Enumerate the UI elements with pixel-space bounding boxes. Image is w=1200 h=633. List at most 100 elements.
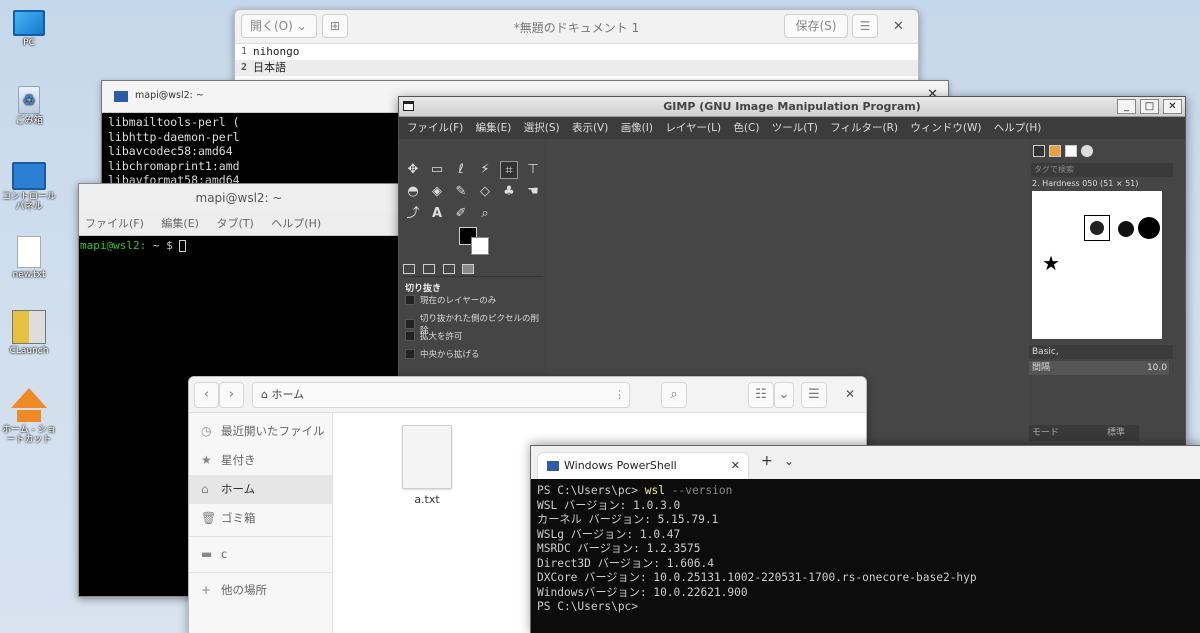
bucket-fill-tool-icon[interactable]: ◈ [428, 183, 446, 201]
menu-view[interactable]: 表示(V) [572, 122, 608, 134]
clone-tool-icon[interactable]: ♣ [500, 183, 518, 201]
terminal-prompt[interactable]: mapi@wsl2: ~ $ [79, 236, 399, 255]
brushes-tab-icon[interactable] [1033, 145, 1045, 157]
sidebar-item-starred[interactable]: ★ 星付き [189, 446, 332, 475]
output-line: DXCore バージョン: 10.0.25131.1002-220531-170… [537, 571, 977, 584]
lasso-tool-icon[interactable]: ℓ [452, 161, 470, 179]
home-icon: ⌂ [261, 388, 268, 401]
desktop-icon-home-shortcut[interactable]: ホーム - ショートカット [0, 388, 58, 445]
powershell-small-icon [114, 91, 128, 102]
brush-tag-search[interactable]: タグで検索 [1031, 163, 1173, 177]
menu-select[interactable]: 選択(S) [524, 122, 560, 134]
tool-options-tab-icon[interactable] [403, 264, 415, 274]
minimize-button[interactable]: _ [1117, 99, 1136, 114]
desktop-icon-pc[interactable]: PC [0, 10, 58, 48]
sidebar-item-c[interactable]: ▬ c [189, 540, 332, 569]
powershell-output[interactable]: PS C:\Users\pc> wsl --version WSL バージョン:… [531, 479, 1200, 620]
option-current-layer-only[interactable]: 現在のレイヤーのみ [405, 294, 496, 306]
more-vertical-icon[interactable]: ⋮ [614, 383, 625, 407]
text-editor[interactable]: 1 nihongo 2 日本語 [235, 44, 918, 76]
background-color[interactable] [471, 237, 489, 255]
smudge-tool-icon[interactable]: ☚ [524, 183, 542, 201]
menu-file[interactable]: ファイル(F) [407, 122, 463, 134]
forward-button[interactable]: › [219, 382, 244, 408]
line-number: 2 [240, 62, 247, 73]
checkbox[interactable] [405, 349, 415, 359]
close-icon[interactable]: ✕ [845, 387, 855, 401]
crop-tool-icon[interactable]: ⌗ [500, 161, 518, 179]
menu-help[interactable]: ヘルプ(H) [271, 217, 321, 230]
brush-grid[interactable]: ★ [1032, 191, 1162, 339]
maximize-button[interactable]: □ [1140, 99, 1159, 114]
close-tab-icon[interactable]: ✕ [731, 453, 740, 479]
transform-tool-icon[interactable]: ⊤ [524, 161, 542, 179]
clock-icon: ◷ [201, 424, 212, 438]
option-label: 拡大を許可 [420, 332, 463, 342]
desktop-icon-clauncher[interactable]: CLaunch [0, 310, 58, 356]
brush-preset-field[interactable]: Basic, [1029, 345, 1173, 359]
checkbox[interactable] [405, 295, 415, 305]
close-button[interactable]: ✕ [1163, 99, 1182, 114]
desktop-icon-new-txt[interactable]: new.txt [0, 236, 58, 280]
menu-layer[interactable]: レイヤー(L) [665, 122, 721, 134]
menu-tools[interactable]: ツール(T) [772, 122, 818, 134]
view-list-button[interactable]: ☷ [748, 382, 774, 408]
sidebar-item-recent[interactable]: ◷ 最近開いたファイル [189, 417, 332, 446]
images-tab-icon[interactable] [462, 264, 475, 274]
ps-command: wsl [644, 484, 665, 497]
chevron-down-icon[interactable]: ⌄ [784, 454, 794, 468]
sidebar-item-home[interactable]: ⌂ ホーム [189, 475, 332, 504]
paths-tool-icon[interactable]: ⤴ [404, 205, 422, 223]
paintbrush-tool-icon[interactable]: ✎ [452, 183, 470, 201]
spacing-slider[interactable]: 間隔 10.0 [1029, 361, 1169, 375]
sidebar-divider [189, 536, 332, 537]
menu-edit[interactable]: 編集(E) [161, 217, 199, 230]
device-status-tab-icon[interactable] [422, 264, 435, 274]
new-tab-icon[interactable]: + [761, 453, 773, 469]
powershell-window[interactable]: Windows PowerShell ✕ + ⌄ PS C:\Users\pc>… [530, 445, 1200, 633]
menu-colors[interactable]: 色(C) [733, 122, 759, 134]
menu-button[interactable]: ☰ [801, 382, 827, 408]
mode-select[interactable]: モード 標準 [1029, 425, 1139, 441]
view-options-button[interactable]: ⌄ [774, 382, 794, 408]
search-icon: ⌕ [670, 387, 678, 402]
sidebar-item-trash[interactable]: 🗑 ゴミ箱 [189, 504, 332, 533]
warp-tool-icon[interactable]: ◓ [404, 183, 422, 201]
menu-edit[interactable]: 編集(E) [476, 122, 512, 134]
color-picker-tool-icon[interactable]: ✐ [452, 205, 470, 223]
fuzzy-select-tool-icon[interactable]: ⚡ [476, 161, 494, 179]
desktop-icon-control-panel[interactable]: コントロール パネル [0, 162, 58, 212]
zoom-tool-icon[interactable]: ⌕ [476, 205, 494, 223]
file-item[interactable]: a.txt [399, 425, 455, 506]
eraser-tool-icon[interactable]: ◇ [476, 183, 494, 201]
text-file-icon [17, 236, 41, 268]
checkbox[interactable] [405, 319, 415, 329]
desktop-icon-recycle-bin[interactable]: ♻ ごみ箱 [0, 86, 58, 126]
search-button[interactable]: ⌕ [661, 382, 687, 408]
menu-tab[interactable]: タブ(T) [216, 217, 253, 230]
menu-windows[interactable]: ウィンドウ(W) [910, 122, 981, 134]
save-button[interactable]: 保存(S) [784, 14, 848, 38]
move-tool-icon[interactable]: ✥ [404, 161, 422, 179]
close-icon[interactable]: ✕ [893, 19, 904, 34]
tab-powershell[interactable]: Windows PowerShell ✕ [537, 452, 749, 479]
menu-filters[interactable]: フィルター(R) [830, 122, 898, 134]
menu-button[interactable]: ☰ [852, 14, 878, 38]
text-tool-icon[interactable]: A [428, 205, 446, 223]
option-expand-from-center[interactable]: 中央から拡げる [405, 348, 480, 360]
undo-history-tab-icon[interactable] [442, 264, 455, 274]
rect-select-tool-icon[interactable]: ▭ [428, 161, 446, 179]
help-tab-icon[interactable] [1081, 145, 1093, 157]
menu-image[interactable]: 画像(I) [621, 122, 653, 134]
option-allow-growing[interactable]: 拡大を許可 [405, 330, 463, 342]
back-button[interactable]: ‹ [194, 382, 219, 408]
fonts-tab-icon[interactable] [1065, 145, 1077, 157]
checkbox[interactable] [405, 331, 415, 341]
menu-file[interactable]: ファイル(F) [85, 217, 144, 230]
location-bar[interactable]: ⌂ ホーム ⋮ [252, 382, 630, 408]
output-line: Direct3D バージョン: 1.606.4 [537, 556, 714, 570]
sidebar-item-other-locations[interactable]: + 他の場所 [189, 576, 332, 605]
hamburger-icon: ☰ [859, 19, 871, 33]
patterns-tab-icon[interactable] [1049, 145, 1061, 157]
menu-help[interactable]: ヘルプ(H) [994, 122, 1042, 134]
